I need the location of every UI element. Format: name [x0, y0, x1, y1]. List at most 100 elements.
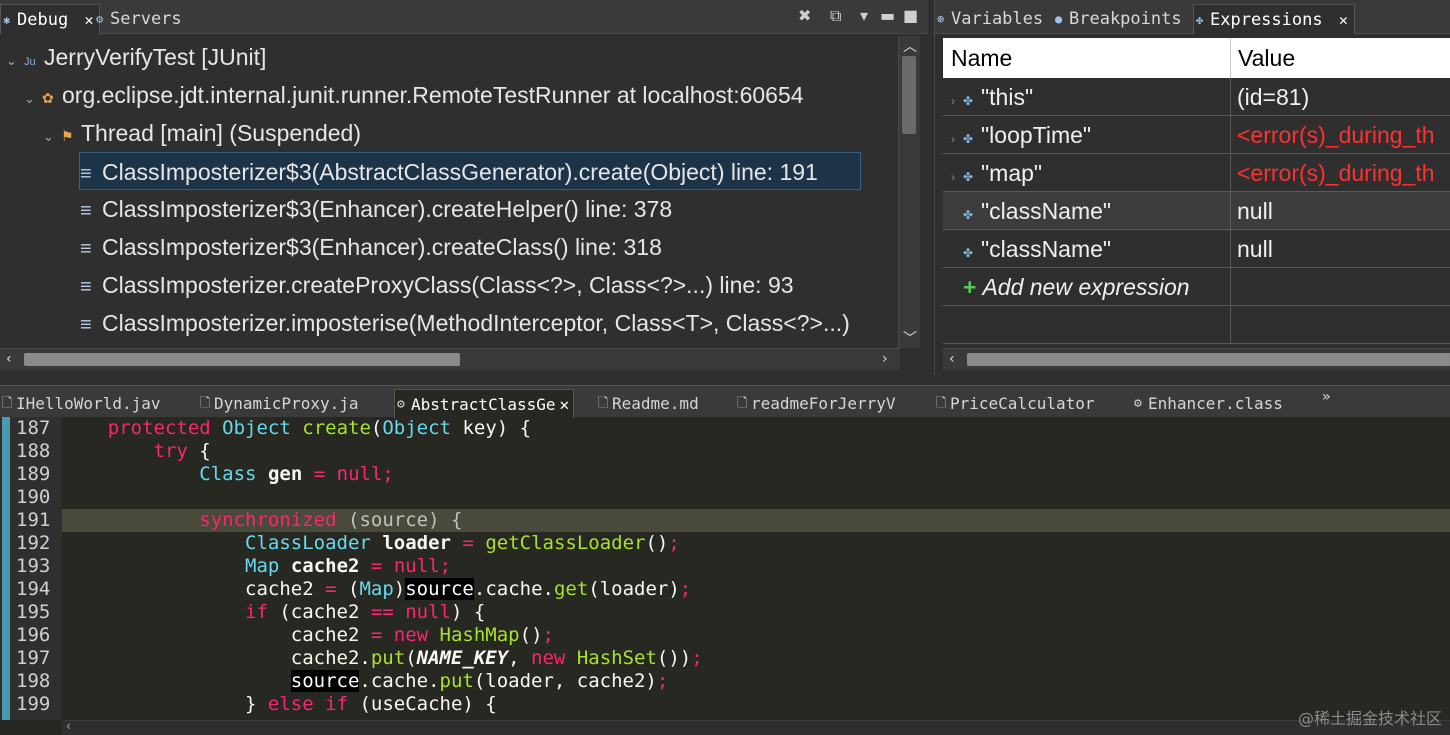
change-bar — [2, 417, 10, 720]
scroll-thumb[interactable] — [902, 56, 916, 134]
column-header-name[interactable]: Name — [951, 38, 1012, 78]
tree-thread[interactable]: ⌄ ⚑ Thread [main] (Suspended) — [43, 114, 361, 152]
minimize-icon[interactable]: ▬ — [880, 6, 895, 25]
tab-debug[interactable]: ✱ Debug ✕ — [0, 4, 101, 34]
watch-expression-icon: ✤ — [963, 132, 974, 146]
close-icon[interactable]: ✕ — [1339, 11, 1348, 29]
stack-frame[interactable]: ≡ ClassImposterizer.createProxyClass(Clas… — [80, 266, 794, 304]
expression-row[interactable]: › ✤ "this" (id=81) — [943, 78, 1450, 116]
tree-target[interactable]: ⌄ ✿ org.eclipse.jdt.internal.junit.runner.… — [24, 76, 804, 114]
java-file-icon: 🗋 — [200, 396, 211, 411]
editor-tab[interactable]: 🗋 readmeForJerryV — [735, 389, 896, 418]
tab-expressions[interactable]: ✤ Expressions ✕ — [1193, 4, 1355, 34]
line-number: 188 — [16, 440, 51, 462]
scroll-thumb[interactable] — [24, 353, 460, 366]
stack-frame-icon: ≡ — [80, 163, 92, 185]
code-line[interactable]: Map cache2 = null; — [62, 555, 1450, 578]
horizontal-scrollbar[interactable]: ‹ › — [0, 348, 900, 370]
code-line[interactable]: Class gen = null; — [62, 463, 1450, 486]
tab-variables[interactable]: ⊛ Variables — [935, 4, 1049, 34]
code-line[interactable]: protected Object create(Object key) { — [62, 417, 1450, 440]
line-number-gutter: 187 188 189 190 191 192 193 194 195 196 … — [14, 417, 62, 720]
tree-launch[interactable]: ⌄ Ju JerryVerifyTest [JUnit] — [6, 38, 266, 76]
editor-tab-active[interactable]: ⚙ AbstractClassGe ✕ — [394, 389, 575, 418]
scroll-down-icon[interactable]: ﹀ — [903, 328, 917, 348]
stack-frame[interactable]: ≡ ClassImposterizer.imposterise(MethodInt… — [80, 304, 898, 342]
scroll-thumb[interactable] — [967, 353, 1450, 366]
stack-frame-icon: ≡ — [80, 200, 92, 222]
tab-servers[interactable]: ⚙ Servers — [94, 4, 188, 34]
tab-breakpoints[interactable]: ● Breakpoints — [1053, 4, 1188, 34]
line-number: 198 — [16, 670, 51, 692]
expression-row[interactable]: › ✤ "map" <error(s)_during_th — [943, 154, 1450, 192]
line-number: 187 — [16, 417, 51, 439]
line-number: 195 — [16, 601, 51, 623]
code-area[interactable]: protected Object create(Object key) { tr… — [62, 417, 1450, 720]
java-file-icon: 🗋 — [2, 396, 13, 411]
chevron-right-icon[interactable]: › — [951, 82, 963, 116]
chevron-right-icon[interactable]: › — [951, 120, 963, 154]
watermark: @稀土掘金技术社区 — [1297, 709, 1442, 728]
scroll-left-icon[interactable]: ‹ — [6, 351, 12, 367]
vertical-scrollbar[interactable]: ︿ ﹀ — [898, 36, 920, 348]
stack-frame[interactable]: ≡ ClassImposterizer$3(Enhancer).createCla… — [80, 228, 662, 266]
scroll-left-icon[interactable]: ‹ — [949, 351, 955, 367]
horizontal-scrollbar[interactable]: ‹ — [943, 348, 1450, 370]
text-file-icon: 🗋 — [598, 396, 609, 411]
table-header: Name Value — [943, 38, 1450, 78]
scroll-up-icon[interactable]: ︿ — [903, 36, 917, 56]
maximize-icon[interactable]: ■ — [903, 6, 918, 25]
debug-view-tabbar: ✱ Debug ✕ ⚙ Servers ✖ ⧉ ▾ ▬ ■ — [0, 0, 928, 34]
view-menu-icon[interactable]: ▾ — [860, 6, 868, 25]
editor-tabbar: 🗋 IHelloWorld.jav 🗋 DynamicProxy.ja ⚙ Abstr… — [0, 385, 1450, 418]
chevron-down-icon[interactable]: ⌄ — [43, 118, 61, 156]
stack-frame[interactable]: ≡ ClassImposterizer$3(Enhancer).createHel… — [80, 190, 672, 228]
stack-frame[interactable]: ≡ ClassImposterizer$3(AbstractClassGenera… — [79, 152, 861, 190]
expression-row[interactable]: › ✤ "loopTime" <error(s)_during_th — [943, 116, 1450, 154]
chevron-down-icon[interactable]: ⌄ — [24, 80, 42, 118]
text-file-icon: 🗋 — [737, 396, 748, 411]
close-icon[interactable]: ✕ — [560, 395, 570, 414]
code-line[interactable]: synchronized (source) { — [62, 509, 1450, 532]
link-icon[interactable]: ⧉ — [830, 6, 841, 26]
line-number: 196 — [16, 624, 51, 646]
tab-overflow-icon[interactable]: » — [1322, 389, 1330, 405]
stack-frame-icon: ≡ — [80, 238, 92, 260]
code-line[interactable]: if (cache2 == null) { — [62, 601, 1450, 624]
expression-row[interactable]: ✤ "className" null — [943, 192, 1450, 230]
stack-frame-icon: ≡ — [80, 276, 92, 298]
class-file-icon: ⚙ — [397, 397, 405, 412]
scroll-left-icon[interactable]: ‹ — [66, 719, 71, 733]
close-icon[interactable]: ✕ — [84, 11, 93, 29]
stack-frame-icon: ≡ — [80, 314, 92, 336]
debug-target-icon: ✿ — [42, 90, 54, 106]
editor-tab[interactable]: ⚙ Enhancer.class — [1132, 389, 1283, 418]
expression-row[interactable]: ✤ "className" null — [943, 230, 1450, 268]
remove-terminated-icon[interactable]: ✖ — [798, 6, 811, 25]
class-file-icon: ⚙ — [1134, 396, 1142, 411]
horizontal-scrollbar[interactable]: ‹ — [62, 719, 1450, 735]
chevron-down-icon[interactable]: ⌄ — [6, 42, 24, 80]
code-line[interactable]: source.cache.put(loader, cache2); — [62, 670, 1450, 693]
code-line[interactable]: cache2 = new HashMap(); — [62, 624, 1450, 647]
text-file-icon: 🗋 — [936, 396, 947, 411]
column-header-value[interactable]: Value — [1238, 38, 1295, 78]
code-line[interactable]: } else if (useCache) { — [62, 693, 1450, 716]
code-line[interactable]: cache2 = (Map)source.cache.get(loader); — [62, 578, 1450, 601]
column-divider[interactable] — [1230, 38, 1231, 78]
breakpoints-icon: ● — [1055, 12, 1063, 26]
expressions-view-tabbar: ⊛ Variables ● Breakpoints ✤ Expressions … — [935, 0, 1450, 34]
code-line[interactable]: cache2.put(NAME_KEY, new HashSet()); — [62, 647, 1450, 670]
editor-tab[interactable]: 🗋 PriceCalculator — [934, 389, 1095, 418]
code-line[interactable]: try { — [62, 440, 1450, 463]
add-new-expression[interactable]: + Add new expression — [943, 268, 1450, 306]
code-line[interactable]: ClassLoader loader = getClassLoader(); — [62, 532, 1450, 555]
scroll-right-icon[interactable]: › — [882, 351, 888, 367]
editor-tab[interactable]: 🗋 Readme.md — [596, 389, 699, 418]
editor-tab[interactable]: 🗋 DynamicProxy.ja — [198, 389, 359, 418]
editor-tab[interactable]: 🗋 IHelloWorld.jav — [0, 389, 161, 418]
chevron-right-icon[interactable]: › — [951, 158, 963, 192]
code-line[interactable] — [62, 486, 1450, 509]
line-number: 192 — [16, 532, 51, 554]
code-editor: 🗋 IHelloWorld.jav 🗋 DynamicProxy.ja ⚙ Abstr… — [0, 385, 1450, 735]
